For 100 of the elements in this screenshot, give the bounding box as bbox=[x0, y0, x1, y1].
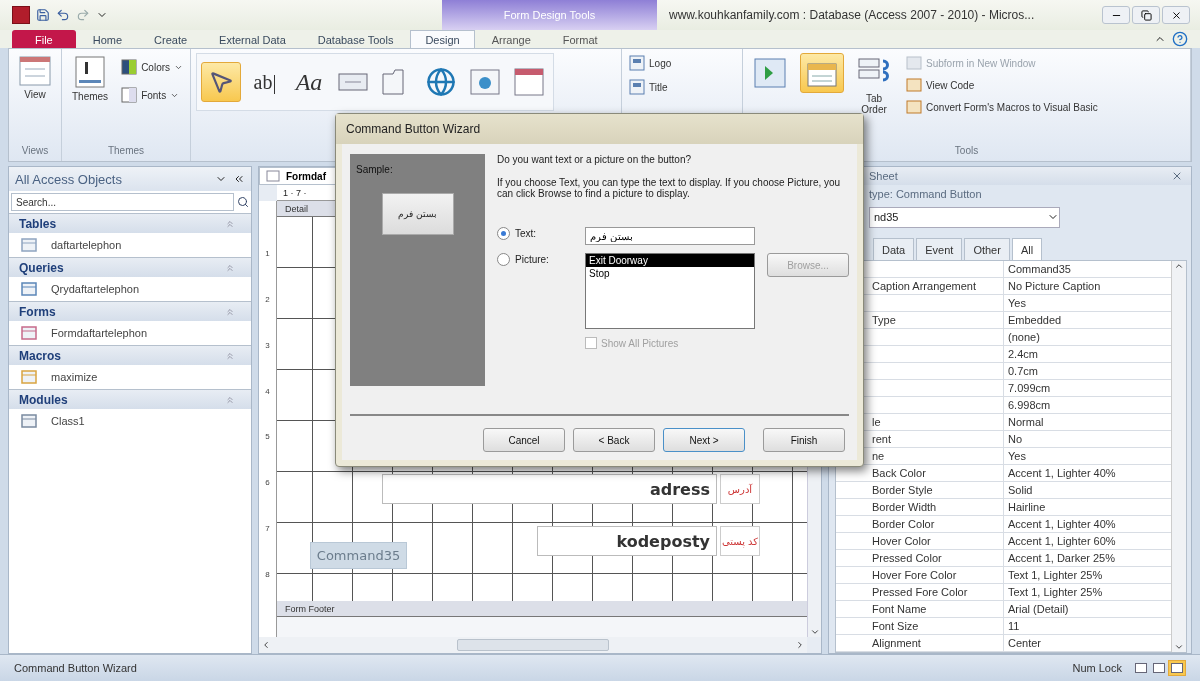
restore-button[interactable] bbox=[1132, 6, 1160, 24]
globe-icon bbox=[426, 67, 457, 97]
list-item[interactable]: Stop bbox=[586, 267, 754, 280]
scroll-right-icon[interactable] bbox=[795, 640, 805, 650]
context-tab-group-label: Form Design Tools bbox=[442, 0, 657, 30]
property-tab[interactable]: Other bbox=[964, 238, 1010, 260]
add-fields-icon bbox=[753, 56, 788, 90]
dialog-button[interactable]: Finish bbox=[763, 428, 845, 452]
ruler-number: 5 bbox=[265, 432, 270, 442]
dialog-button[interactable]: Next > bbox=[663, 428, 745, 452]
header-footer-button[interactable]: Logo bbox=[627, 53, 674, 73]
picture-list[interactable]: Exit Doorway Stop bbox=[585, 253, 755, 329]
property-tab[interactable]: Data bbox=[873, 238, 915, 260]
radio-button[interactable] bbox=[497, 227, 510, 240]
status-text: Command Button Wizard bbox=[14, 662, 138, 674]
dialog-button[interactable]: Cancel bbox=[483, 428, 565, 452]
view-button[interactable]: View bbox=[14, 53, 56, 103]
view-switch-button[interactable] bbox=[1150, 660, 1168, 676]
vertical-scrollbar[interactable] bbox=[1171, 261, 1186, 652]
object-selector[interactable]: nd35 bbox=[869, 206, 1060, 228]
text-box: adress bbox=[382, 474, 717, 504]
scrollbar-thumb[interactable] bbox=[457, 639, 609, 651]
theme-option-button[interactable]: Fonts bbox=[119, 85, 186, 105]
close-icon bbox=[1170, 9, 1182, 21]
scroll-left-icon[interactable] bbox=[261, 640, 271, 650]
text-field[interactable]: بستن فرم bbox=[585, 227, 755, 245]
themes-button[interactable]: Themes bbox=[67, 53, 114, 105]
status-indicator: Num Lock bbox=[1072, 662, 1122, 674]
property-name: Font Name bbox=[836, 601, 1004, 617]
horizontal-scrollbar[interactable] bbox=[259, 637, 807, 653]
redo-icon[interactable] bbox=[76, 8, 90, 22]
list-item[interactable]: Exit Doorway bbox=[586, 254, 754, 267]
navigation-group-header[interactable]: Modules bbox=[9, 389, 251, 409]
query-icon bbox=[21, 282, 37, 296]
ruler-number: 7 bbox=[265, 523, 270, 533]
header-footer-button[interactable]: Title bbox=[627, 77, 670, 97]
textbox-tool[interactable]: ab| bbox=[245, 62, 286, 102]
select-tool[interactable] bbox=[201, 62, 242, 102]
property-value: No Picture Caption bbox=[1007, 279, 1102, 294]
property-value: 11 bbox=[1007, 619, 1021, 634]
label-tool[interactable]: Aa bbox=[289, 62, 330, 102]
ruler-number: 6 bbox=[265, 478, 270, 488]
text-box: kodeposty bbox=[537, 526, 717, 556]
close-button[interactable] bbox=[1162, 6, 1190, 24]
property-value: Text 1, Lighter 25% bbox=[1007, 568, 1104, 583]
property-sheet-button[interactable] bbox=[800, 53, 845, 93]
ribbon-tab[interactable]: External Data bbox=[204, 30, 301, 48]
property-value: Embedded bbox=[1007, 313, 1063, 328]
property-name: Border Width bbox=[836, 499, 1004, 515]
scroll-up-icon[interactable] bbox=[1174, 261, 1184, 271]
radio-button[interactable] bbox=[497, 253, 510, 266]
ribbon-tab[interactable]: Create bbox=[139, 30, 203, 48]
table-icon bbox=[21, 238, 37, 252]
search-icon bbox=[237, 196, 249, 208]
ribbon-tab[interactable]: Arrange bbox=[476, 30, 546, 48]
theme-option-button[interactable]: Colors bbox=[119, 57, 186, 77]
dialog-title: Command Button Wizard bbox=[336, 114, 863, 144]
view-switch-button[interactable] bbox=[1132, 660, 1150, 676]
collapse-group-icon bbox=[225, 394, 235, 405]
tools-button[interactable]: View Code bbox=[904, 75, 1100, 95]
navigation-group-header[interactable]: Queries bbox=[9, 257, 251, 277]
view-switch-button[interactable] bbox=[1168, 660, 1186, 676]
search-field[interactable]: Search... bbox=[11, 193, 234, 211]
tools-button[interactable]: Convert Form's Macros to Visual Basic bbox=[904, 97, 1100, 117]
ruler-number: 4 bbox=[265, 386, 270, 396]
navigation-group-header[interactable]: Macros bbox=[9, 345, 251, 365]
radio-option[interactable]: Text: bbox=[497, 227, 573, 240]
property-value: 0.7cm bbox=[1007, 364, 1039, 379]
scroll-down-icon[interactable] bbox=[1174, 642, 1184, 652]
undo-icon[interactable] bbox=[56, 8, 70, 22]
property-value: Text 1, Lighter 25% bbox=[1007, 585, 1104, 600]
dialog-button[interactable]: < Back bbox=[573, 428, 655, 452]
property-name: Border Style bbox=[836, 482, 1004, 498]
collapse-group-icon bbox=[225, 306, 235, 317]
color-swatch-icon bbox=[121, 59, 138, 75]
ribbon-tab[interactable]: Format bbox=[547, 30, 613, 48]
help-icon[interactable] bbox=[1172, 31, 1188, 47]
navigation-control-icon bbox=[514, 68, 545, 96]
scroll-down-icon[interactable] bbox=[809, 627, 820, 637]
view-icon bbox=[1171, 663, 1183, 673]
ribbon-tab[interactable]: Database Tools bbox=[302, 30, 409, 48]
radio-option[interactable]: Picture: bbox=[497, 253, 573, 266]
form-icon bbox=[21, 326, 37, 340]
form-label: کد پستی bbox=[720, 526, 760, 556]
collapse-group-icon bbox=[225, 218, 235, 229]
form-view-icon bbox=[19, 56, 51, 86]
ribbon-tab[interactable]: Home bbox=[77, 30, 138, 48]
property-tab[interactable]: Event bbox=[916, 238, 963, 260]
save-icon[interactable] bbox=[36, 8, 50, 22]
navigation-group-header[interactable]: Forms bbox=[9, 301, 251, 321]
navigation-group-header[interactable]: Tables bbox=[9, 213, 251, 233]
ribbon-tab[interactable]: Design bbox=[410, 30, 475, 48]
ribbon-tab[interactable]: File bbox=[12, 30, 76, 48]
app-logo-icon bbox=[12, 6, 30, 24]
group-label: Views bbox=[20, 145, 50, 158]
collapse-icon[interactable] bbox=[233, 173, 245, 185]
property-value: 7.099cm bbox=[1007, 381, 1052, 396]
property-value: Arial (Detail) bbox=[1007, 602, 1070, 617]
property-tab[interactable]: All bbox=[1011, 238, 1043, 260]
property-value: Accent 1, Darker 25% bbox=[1007, 551, 1116, 566]
